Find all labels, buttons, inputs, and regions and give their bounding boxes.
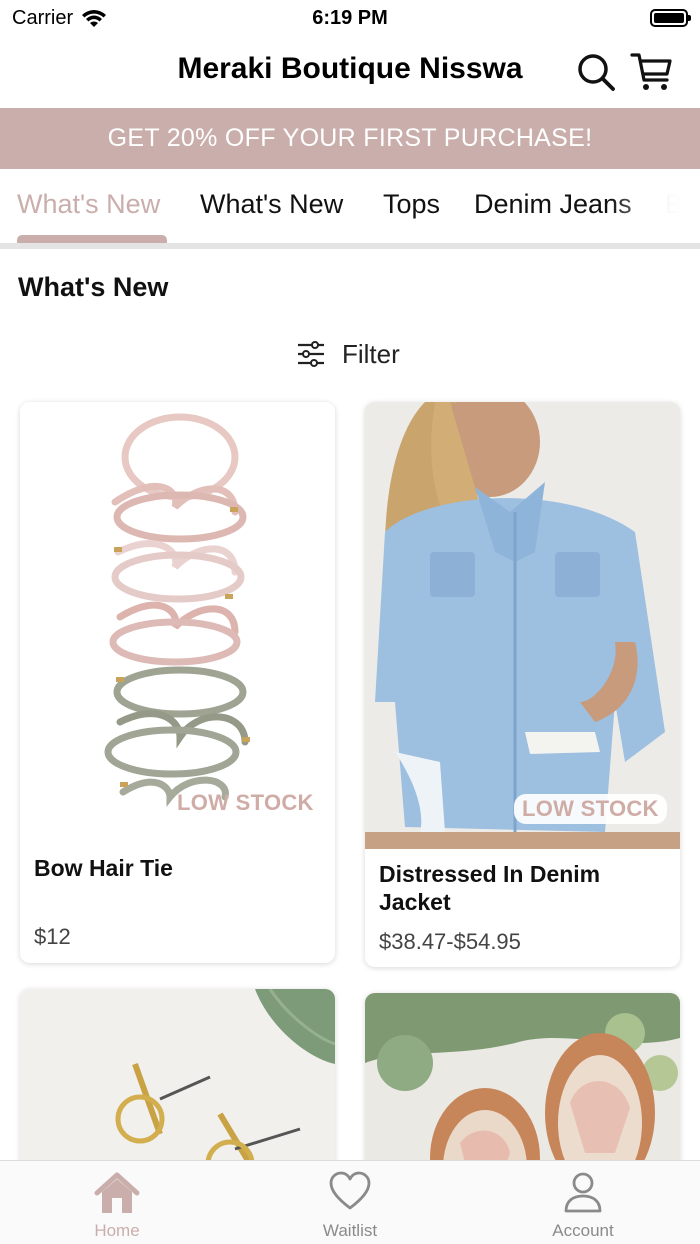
active-tab-indicator <box>17 235 167 243</box>
battery-icon <box>650 9 691 27</box>
product-card[interactable]: LOW STOCK Distressed In Denim Jacket $38… <box>365 402 680 967</box>
status-time: 6:19 PM <box>312 7 388 29</box>
low-stock-badge: LOW STOCK <box>514 794 667 824</box>
product-name: Bow Hair Tie <box>34 855 173 881</box>
product-image <box>20 402 335 822</box>
product-name: Distressed In Denim Jacket <box>379 861 601 915</box>
product-price: $12 <box>34 924 71 949</box>
heart-icon <box>329 1171 371 1210</box>
search-button[interactable] <box>574 50 618 94</box>
tab-denim-jeans[interactable]: Denim Jeans <box>474 189 632 220</box>
sliders-icon <box>298 341 324 367</box>
tab-more[interactable]: B <box>665 189 683 220</box>
denim-jacket-photo <box>365 402 680 849</box>
cart-button[interactable] <box>630 50 674 94</box>
home-icon <box>94 1172 140 1213</box>
product-image <box>365 402 680 849</box>
status-bar: Carrier 6:19 PM <box>0 0 700 36</box>
bottom-tab-bar: Home Waitlist Account <box>0 1160 700 1244</box>
filter-button[interactable]: Filter <box>296 336 400 372</box>
tabbar-home[interactable]: Home <box>0 1161 234 1244</box>
tabbar-account-label: Account <box>552 1221 614 1240</box>
tabbar-account[interactable]: Account <box>466 1161 700 1244</box>
tabbar-waitlist-label: Waitlist <box>322 1221 378 1240</box>
tab-whats-new-2[interactable]: What's New <box>200 189 343 220</box>
app-header: Meraki Boutique Nisswa <box>0 36 700 108</box>
low-stock-badge: LOW STOCK <box>177 790 314 815</box>
cart-icon <box>630 53 672 90</box>
product-card[interactable]: LOW STOCK Bow Hair Tie $12 <box>20 402 335 963</box>
section-title: What's New <box>18 272 169 302</box>
product-price: $38.47-$54.95 <box>379 929 521 954</box>
tab-tops[interactable]: Tops <box>383 189 440 220</box>
promo-banner[interactable]: GET 20% OFF YOUR FIRST PURCHASE! <box>0 108 700 169</box>
tab-whats-new[interactable]: What's New <box>17 189 160 220</box>
tabbar-home-label: Home <box>94 1221 140 1240</box>
search-icon <box>578 54 615 91</box>
tabbar-waitlist[interactable]: Waitlist <box>233 1161 467 1244</box>
person-icon <box>564 1172 602 1213</box>
filter-label: Filter <box>342 338 400 369</box>
category-tabs: What's New What's New Tops Denim Jeans B <box>0 169 700 249</box>
hair-tie-illustration <box>104 413 250 807</box>
